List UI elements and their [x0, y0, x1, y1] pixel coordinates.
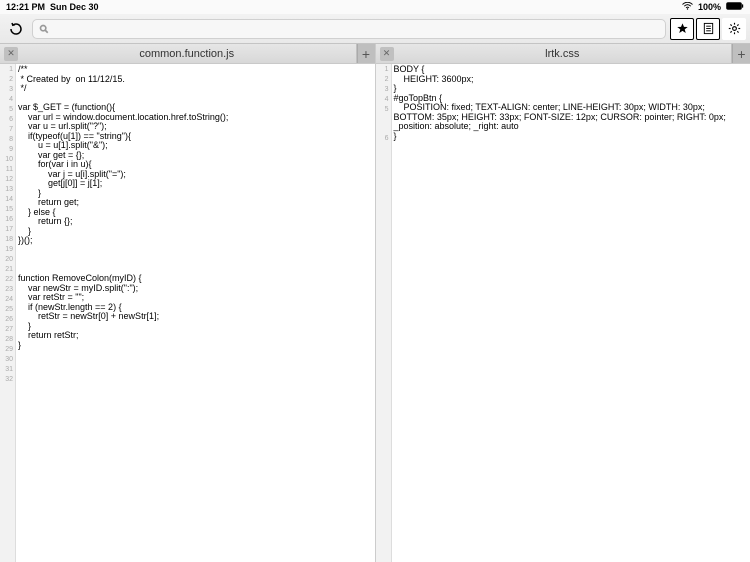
- line-number-gutter: 1234567891011121314151617181920212223242…: [0, 64, 16, 562]
- code-line[interactable]: }: [18, 341, 373, 351]
- tab-title: lrtk.css: [394, 48, 732, 60]
- search-icon: [39, 24, 49, 34]
- line-number: 28: [0, 335, 13, 345]
- tab-bar: ✕ common.function.js +: [0, 44, 375, 64]
- line-number: 2: [376, 75, 389, 85]
- code-editor[interactable]: 1234567891011121314151617181920212223242…: [0, 64, 375, 562]
- code-line[interactable]: get[j[0]] = j[1];: [18, 179, 373, 189]
- line-number: 5: [376, 105, 389, 134]
- line-number: 1: [376, 65, 389, 75]
- tab-bar: ✕ lrtk.css +: [376, 44, 750, 64]
- line-number: 5: [0, 105, 13, 115]
- line-number: 15: [0, 205, 13, 215]
- code-line[interactable]: [18, 255, 373, 265]
- line-number: 31: [0, 365, 13, 375]
- line-number: 6: [376, 134, 389, 144]
- line-number: 22: [0, 275, 13, 285]
- line-number: 32: [0, 375, 13, 385]
- code-line[interactable]: [18, 360, 373, 370]
- line-number: 3: [0, 85, 13, 95]
- document-button[interactable]: [696, 18, 720, 40]
- new-tab-button[interactable]: +: [357, 44, 375, 63]
- code-line[interactable]: * Created by on 11/12/15.: [18, 75, 373, 85]
- line-number: 16: [0, 215, 13, 225]
- line-number-gutter: 123456: [376, 64, 392, 562]
- code-line[interactable]: }: [394, 132, 749, 142]
- code-line[interactable]: return retStr;: [18, 331, 373, 341]
- line-number: 1: [0, 65, 13, 75]
- battery-icon: [726, 2, 744, 12]
- line-number: 23: [0, 285, 13, 295]
- line-number: 25: [0, 305, 13, 315]
- line-number: 6: [0, 115, 13, 125]
- line-number: 14: [0, 195, 13, 205]
- code-line[interactable]: POSITION: fixed; TEXT-ALIGN: center; LIN…: [394, 103, 749, 132]
- line-number: 9: [0, 145, 13, 155]
- editor-pane-left: ✕ common.function.js + 12345678910111213…: [0, 44, 376, 562]
- code-content[interactable]: BODY { HEIGHT: 3600px;}#goTopBtn { POSIT…: [392, 64, 750, 562]
- line-number: 21: [0, 265, 13, 275]
- status-bar: 12:21 PM Sun Dec 30 100%: [0, 0, 750, 14]
- code-line[interactable]: return get;: [18, 198, 373, 208]
- tab-close-button[interactable]: ✕: [4, 47, 18, 61]
- status-date: Sun Dec 30: [50, 2, 99, 12]
- line-number: 3: [376, 85, 389, 95]
- line-number: 29: [0, 345, 13, 355]
- status-time: 12:21 PM: [6, 2, 45, 12]
- line-number: 20: [0, 255, 13, 265]
- code-line[interactable]: }: [394, 84, 749, 94]
- code-line[interactable]: [18, 350, 373, 360]
- code-line[interactable]: }: [18, 227, 373, 237]
- line-number: 11: [0, 165, 13, 175]
- line-number: 8: [0, 135, 13, 145]
- file-tab[interactable]: ✕ common.function.js: [0, 44, 357, 63]
- file-tab[interactable]: ✕ lrtk.css: [376, 44, 733, 63]
- favorites-button[interactable]: [670, 18, 694, 40]
- tab-close-button[interactable]: ✕: [380, 47, 394, 61]
- line-number: 19: [0, 245, 13, 255]
- tab-title: common.function.js: [18, 48, 356, 60]
- code-line[interactable]: })();: [18, 236, 373, 246]
- code-line[interactable]: */: [18, 84, 373, 94]
- line-number: 18: [0, 235, 13, 245]
- code-line[interactable]: retStr = newStr[0] + newStr[1];: [18, 312, 373, 322]
- line-number: 13: [0, 185, 13, 195]
- code-content[interactable]: /** * Created by on 11/12/15. */var $_GE…: [16, 64, 375, 562]
- status-battery: 100%: [698, 2, 721, 12]
- line-number: 4: [376, 95, 389, 105]
- line-number: 27: [0, 325, 13, 335]
- code-editor[interactable]: 123456 BODY { HEIGHT: 3600px;}#goTopBtn …: [376, 64, 750, 562]
- new-tab-button[interactable]: +: [732, 44, 750, 63]
- refresh-button[interactable]: [4, 18, 28, 40]
- wifi-icon: [682, 2, 693, 12]
- editor-split: ✕ common.function.js + 12345678910111213…: [0, 44, 750, 562]
- search-input[interactable]: [32, 19, 666, 39]
- line-number: 10: [0, 155, 13, 165]
- line-number: 2: [0, 75, 13, 85]
- line-number: 24: [0, 295, 13, 305]
- code-line[interactable]: HEIGHT: 3600px;: [394, 75, 749, 85]
- line-number: 17: [0, 225, 13, 235]
- line-number: 26: [0, 315, 13, 325]
- toolbar: [0, 14, 750, 44]
- line-number: 4: [0, 95, 13, 105]
- code-line[interactable]: [18, 246, 373, 256]
- line-number: 30: [0, 355, 13, 365]
- settings-button[interactable]: [722, 18, 746, 40]
- editor-pane-right: ✕ lrtk.css + 123456 BODY { HEIGHT: 3600p…: [376, 44, 750, 562]
- code-line[interactable]: return {};: [18, 217, 373, 227]
- line-number: 12: [0, 175, 13, 185]
- line-number: 7: [0, 125, 13, 135]
